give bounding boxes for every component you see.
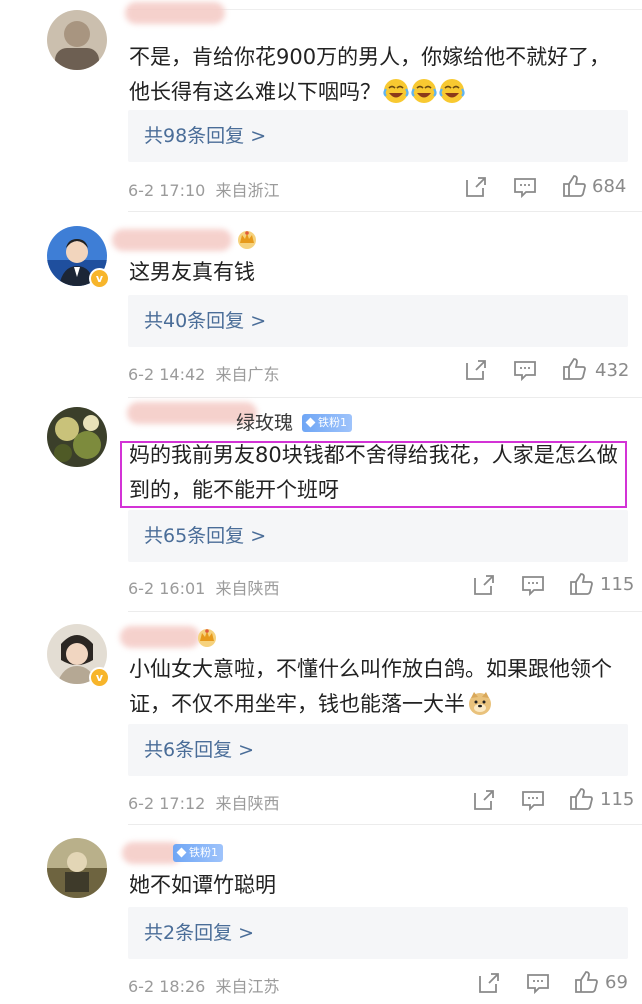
replies-label: 共6条回复 > xyxy=(144,739,255,761)
comment-location: 来自陕西 xyxy=(215,579,280,598)
comment-icon[interactable] xyxy=(512,357,538,383)
thumbs-up-icon[interactable] xyxy=(561,356,587,382)
verified-v-icon: v xyxy=(89,268,110,289)
comment-date: 6-2 14:42 xyxy=(128,365,206,384)
replies-label: 共2条回复 > xyxy=(144,922,255,944)
comment-meta: 6-2 17:10 来自浙江 xyxy=(128,177,280,201)
laughing-crying-emoji-icon xyxy=(411,79,437,103)
fan-badge-label: 铁粉1 xyxy=(318,416,347,429)
like-count: 432 xyxy=(595,360,630,381)
comment-text-content: 不是，肯给你花900万的男人，你嫁给他不就好了，他长得有这么难以下咽吗？ xyxy=(129,45,611,104)
replies-button[interactable]: 共2条回复 > xyxy=(128,907,628,959)
like-count: 115 xyxy=(600,789,635,810)
thumbs-up-icon[interactable] xyxy=(573,969,599,995)
comment-text-content: 小仙女大意啦，不懂什么叫作放白鸽。如果跟他领个证，不仅不用坐牢，钱也能落一大半 xyxy=(129,657,612,716)
comment-date: 6-2 18:26 xyxy=(128,977,206,996)
avatar[interactable] xyxy=(47,838,107,898)
comment-date: 6-2 17:10 xyxy=(128,181,206,200)
comment-date: 6-2 16:01 xyxy=(128,579,206,598)
comment-meta: 6-2 17:12 来自陕西 xyxy=(128,790,280,814)
username-blurred[interactable] xyxy=(120,626,200,648)
comment-text: 这男友真有钱 xyxy=(129,255,624,290)
comment-icon[interactable] xyxy=(520,572,546,598)
like-count: 684 xyxy=(592,176,627,197)
comment-icon[interactable] xyxy=(512,174,538,200)
like-count: 115 xyxy=(600,574,635,595)
comment-text: 小仙女大意啦，不懂什么叫作放白鸽。如果跟他领个证，不仅不用坐牢，钱也能落一大半 xyxy=(129,652,624,722)
divider xyxy=(128,824,642,825)
comment-location: 来自江苏 xyxy=(215,977,280,996)
username-blurred[interactable] xyxy=(112,229,232,251)
comment-icon[interactable] xyxy=(520,787,546,813)
fan-badge-label: 铁粉1 xyxy=(189,846,218,859)
share-icon[interactable] xyxy=(471,787,497,813)
comment-item: 绿玫瑰 铁粉1 妈的我前男友80块钱都不舍得给我花，人家是怎么做到的，能不能开个… xyxy=(0,398,642,612)
crown-icon xyxy=(198,629,216,647)
thumbs-up-icon[interactable] xyxy=(568,571,594,597)
diamond-icon xyxy=(305,417,316,428)
verified-v-icon: v xyxy=(89,667,110,688)
crown-icon xyxy=(238,231,256,249)
replies-button[interactable]: 共6条回复 > xyxy=(128,724,628,776)
comment-text: 她不如谭竹聪明 xyxy=(129,868,624,903)
comment-item: v 这男友真有钱 共40条回复 > 6-2 14:42 来自广东 432 xyxy=(0,212,642,398)
comment-text: 妈的我前男友80块钱都不舍得给我花，人家是怎么做到的，能不能开个班呀 xyxy=(129,438,624,508)
share-icon[interactable] xyxy=(463,357,489,383)
replies-label: 共98条回复 > xyxy=(144,125,267,147)
comment-item: v 小仙女大意啦，不懂什么叫作放白鸽。如果跟他领个证，不仅不用坐牢，钱也能落一大… xyxy=(0,612,642,826)
avatar[interactable] xyxy=(47,10,107,70)
fan-badge: 铁粉1 xyxy=(173,844,223,862)
username[interactable]: 绿玫瑰 xyxy=(236,412,293,434)
replies-button[interactable]: 共65条回复 > xyxy=(128,510,628,562)
doge-emoji-icon xyxy=(469,692,491,715)
comment-meta: 6-2 16:01 来自陕西 xyxy=(128,575,280,599)
comment-text-content: 这男友真有钱 xyxy=(129,260,255,284)
username-blurred[interactable] xyxy=(125,2,225,24)
comment-location: 来自浙江 xyxy=(215,181,280,200)
replies-label: 共65条回复 > xyxy=(144,525,267,547)
avatar[interactable] xyxy=(47,407,107,467)
comment-item: 铁粉1 她不如谭竹聪明 共2条回复 > 6-2 18:26 来自江苏 69 xyxy=(0,826,642,1004)
thumbs-up-icon[interactable] xyxy=(568,786,594,812)
comment-date: 6-2 17:12 xyxy=(128,794,206,813)
comment-location: 来自陕西 xyxy=(215,794,280,813)
comment-text-content: 她不如谭竹聪明 xyxy=(129,873,276,897)
share-icon[interactable] xyxy=(476,970,502,996)
laughing-crying-emoji-icon xyxy=(439,79,465,103)
comment-location: 来自广东 xyxy=(215,365,280,384)
share-icon[interactable] xyxy=(463,174,489,200)
fan-badge: 铁粉1 xyxy=(302,414,352,432)
replies-button[interactable]: 共98条回复 > xyxy=(128,110,628,162)
comment-icon[interactable] xyxy=(525,970,551,996)
comment-text-content: 妈的我前男友80块钱都不舍得给我花，人家是怎么做到的，能不能开个班呀 xyxy=(129,443,618,502)
comment-meta: 6-2 18:26 来自江苏 xyxy=(128,973,280,997)
replies-button[interactable]: 共40条回复 > xyxy=(128,295,628,347)
comment-meta: 6-2 14:42 来自广东 xyxy=(128,361,280,385)
laughing-crying-emoji-icon xyxy=(383,79,409,103)
like-count: 69 xyxy=(605,972,628,993)
replies-label: 共40条回复 > xyxy=(144,310,267,332)
comment-text: 不是，肯给你花900万的男人，你嫁给他不就好了，他长得有这么难以下咽吗？ xyxy=(129,40,624,110)
thumbs-up-icon[interactable] xyxy=(561,173,587,199)
share-icon[interactable] xyxy=(471,572,497,598)
comment-item: 不是，肯给你花900万的男人，你嫁给他不就好了，他长得有这么难以下咽吗？ 共98… xyxy=(0,0,642,212)
diamond-icon xyxy=(176,847,187,858)
